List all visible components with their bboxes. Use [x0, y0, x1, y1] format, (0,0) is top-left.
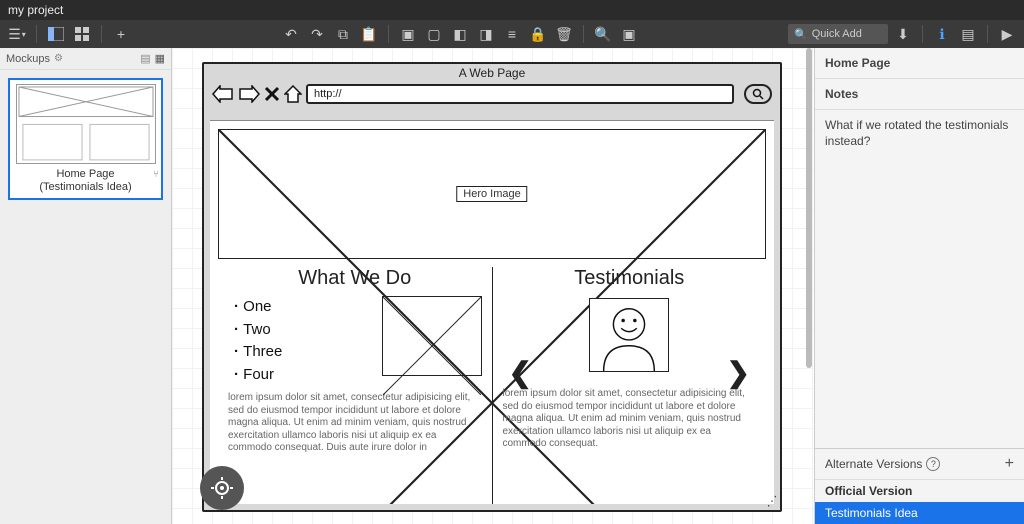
lens-fab-icon[interactable] [200, 466, 244, 510]
notes-panel-icon[interactable]: ▤ [957, 23, 979, 45]
quick-add-input[interactable]: 🔍 Quick Add [788, 24, 888, 44]
navigator-grid-icon[interactable]: ▦ [155, 52, 165, 65]
hamburger-menu-icon[interactable]: ☰▾ [6, 23, 28, 45]
trash-icon[interactable]: 🗑 [553, 23, 575, 45]
home-icon[interactable] [284, 85, 302, 103]
browser-window-widget[interactable]: A Web Page http:// Hero Image What We Do [202, 62, 782, 512]
navigator-settings-icon[interactable]: ⚙ [54, 53, 63, 64]
search-icon: 🔍 [794, 28, 808, 41]
lock-icon[interactable]: 🔒 [527, 23, 549, 45]
notes-section-header: Notes [815, 79, 1024, 110]
alternate-versions-label: Alternate Versions [825, 457, 922, 471]
inspector-page-title: Home Page [815, 48, 1024, 79]
undo-icon[interactable]: ↶ [280, 23, 302, 45]
alternate-versions-header: Alternate Versions ? + [815, 448, 1024, 480]
list-item: Four [234, 364, 372, 387]
hero-image-label: Hero Image [456, 186, 527, 202]
carousel-next-icon[interactable]: ❯ [727, 356, 750, 389]
grid-view-icon[interactable] [71, 23, 93, 45]
notes-body[interactable]: What if we rotated the testimonials inst… [815, 110, 1024, 157]
main-toolbar: ☰▾ + ↶ ↷ ⧉ 📋 ▣ ▢ ◧ ◨ ≡ 🔒 🗑 🔍 ▣ 🔍 Quick A… [0, 20, 1024, 48]
navigator-list-icon[interactable]: ▤ [140, 52, 150, 65]
selected-version-item[interactable]: Testimonials Idea [815, 502, 1024, 524]
bullet-list[interactable]: One Two Three Four [228, 296, 372, 386]
thumbnail-preview [16, 84, 156, 164]
list-item: One [234, 296, 372, 319]
copy-icon[interactable]: ⧉ [332, 23, 354, 45]
image-placeholder[interactable] [382, 296, 482, 376]
toolbar-separator [388, 25, 389, 43]
project-name: my project [8, 3, 63, 17]
help-icon[interactable]: ? [926, 457, 940, 471]
hero-image-placeholder[interactable]: Hero Image [218, 129, 766, 259]
url-text: http:// [314, 88, 342, 100]
present-icon[interactable]: ▶ [996, 23, 1018, 45]
info-icon[interactable]: ℹ [931, 23, 953, 45]
ungroup-icon[interactable]: ▢ [423, 23, 445, 45]
browser-page-body: Hero Image What We Do One Two Three Four [210, 120, 774, 504]
send-back-icon[interactable]: ◨ [475, 23, 497, 45]
title-bar: my project [0, 0, 1024, 20]
thumbnail-title-line1: Home Page [14, 168, 157, 181]
import-icon[interactable]: ⬇ [892, 23, 914, 45]
lorem-text: lorem ipsum dolor sit amet, consectetur … [228, 392, 482, 455]
bring-front-icon[interactable]: ◧ [449, 23, 471, 45]
inspector-panel: Home Page Notes What if we rotated the t… [814, 48, 1024, 524]
redo-icon[interactable]: ↷ [306, 23, 328, 45]
forward-arrow-icon[interactable] [238, 85, 260, 103]
thumbnail-branch-icon[interactable]: ⑂ [153, 169, 159, 180]
back-arrow-icon[interactable] [212, 85, 234, 103]
browser-controls: http:// [204, 82, 780, 110]
what-we-do-heading: What We Do [228, 267, 482, 290]
toolbar-separator [922, 25, 923, 43]
add-version-icon[interactable]: + [1005, 455, 1014, 473]
lorem-text: lorem ipsum dolor sit amet, consectetur … [503, 388, 757, 451]
toolbar-separator [583, 25, 584, 43]
stop-x-icon[interactable] [264, 86, 280, 102]
group-icon[interactable]: ▣ [397, 23, 419, 45]
mockup-thumbnail[interactable]: Home Page (Testimonials Idea) ⑂ [8, 78, 163, 200]
testimonials-heading: Testimonials [503, 267, 757, 290]
zoom-icon[interactable]: 🔍 [592, 23, 614, 45]
canvas[interactable]: A Web Page http:// Hero Image What We Do [172, 48, 814, 524]
browser-search-icon[interactable] [744, 84, 772, 104]
list-item: Three [234, 341, 372, 364]
align-icon[interactable]: ≡ [501, 23, 523, 45]
toolbar-separator [36, 25, 37, 43]
list-item: Two [234, 319, 372, 342]
navigator-panel: Mockups ⚙ ▤ ▦ Home Page (Testimonials Id… [0, 48, 172, 524]
toolbar-separator [987, 25, 988, 43]
official-version-item[interactable]: Official Version [815, 480, 1024, 502]
panel-left-icon[interactable] [45, 23, 67, 45]
markup-toggle-icon[interactable]: ▣ [618, 23, 640, 45]
browser-window-title: A Web Page [204, 64, 780, 82]
paste-icon[interactable]: 📋 [358, 23, 380, 45]
toolbar-separator [101, 25, 102, 43]
url-bar[interactable]: http:// [306, 84, 734, 104]
quick-add-label: Quick Add [812, 28, 862, 40]
thumbnail-title-line2: (Testimonials Idea) [14, 181, 157, 194]
navigator-header: Mockups ⚙ ▤ ▦ [0, 48, 171, 70]
testimonial-avatar-placeholder[interactable] [589, 298, 669, 372]
testimonials-column: Testimonials ❮ ❯ lorem ipsum dolor sit a… [492, 267, 767, 504]
resize-handle-icon[interactable]: ⋰ [765, 493, 779, 509]
what-we-do-column: What We Do One Two Three Four [218, 267, 492, 504]
carousel-prev-icon[interactable]: ❮ [509, 356, 532, 389]
navigator-title: Mockups [6, 53, 50, 65]
add-mockup-icon[interactable]: + [110, 23, 132, 45]
